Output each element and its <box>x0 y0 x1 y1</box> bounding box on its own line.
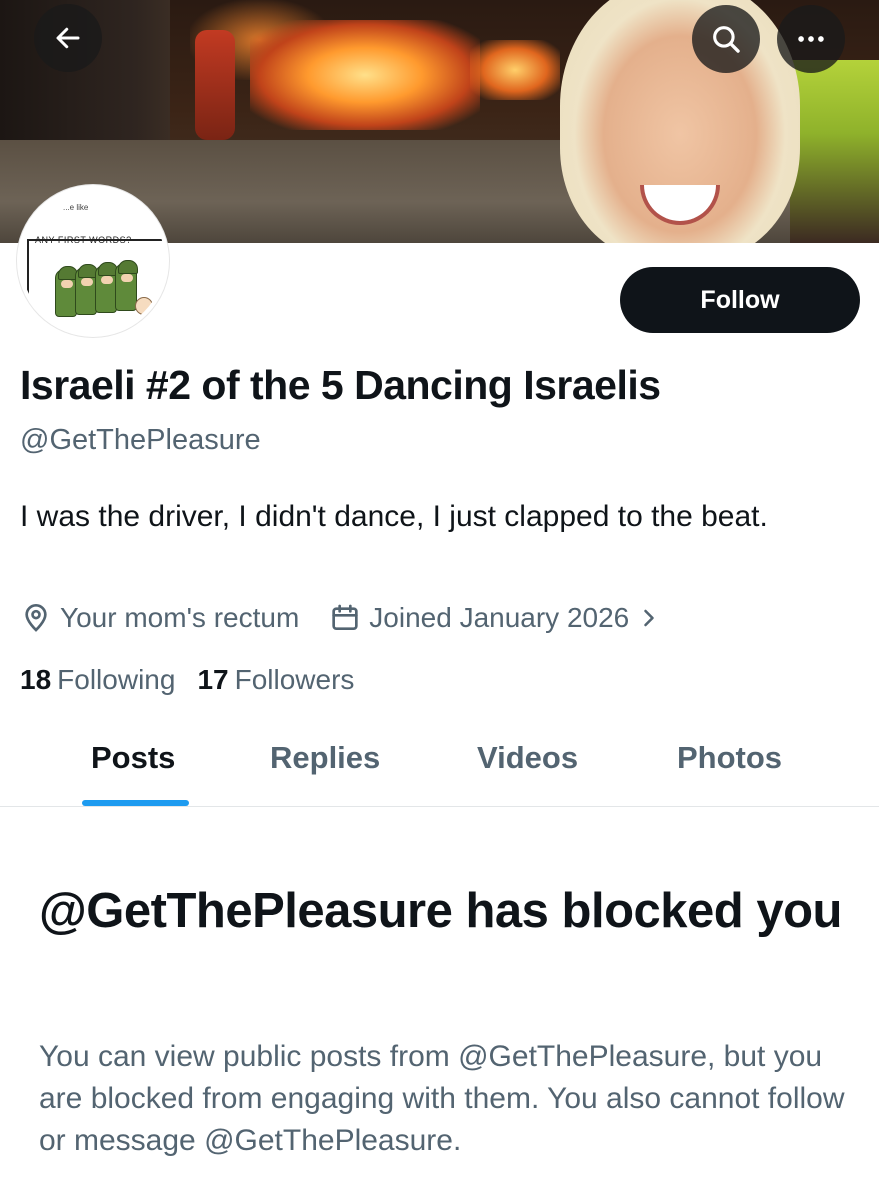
followers-count: 17 <box>197 664 229 695</box>
handle: @GetThePleasure <box>20 424 261 456</box>
calendar-icon <box>332 604 358 630</box>
followers-link[interactable]: 17 Followers <box>197 664 354 696</box>
following-link[interactable]: 18 Following <box>20 664 175 696</box>
banner-worker <box>195 30 235 140</box>
follow-button[interactable]: Follow <box>620 267 860 333</box>
joined-date[interactable]: Joined January 2026 <box>329 602 671 634</box>
follow-stats: 18 Following 17 Followers <box>20 660 354 700</box>
avatar-soldier <box>55 266 78 317</box>
following-count: 18 <box>20 664 52 695</box>
search-icon <box>713 26 740 53</box>
banner-fire <box>250 20 480 130</box>
profile-tabs: Posts Replies Videos Photos <box>0 718 879 807</box>
back-button[interactable] <box>34 4 102 72</box>
arrow-left-icon <box>56 27 80 49</box>
location-text: Your mom's rectum <box>60 602 300 633</box>
tab-photos[interactable]: Photos <box>677 740 782 776</box>
more-button[interactable] <box>777 5 845 73</box>
location-pin-icon <box>25 604 47 632</box>
joined-text: Joined January 2026 <box>369 602 630 633</box>
more-horizontal-icon <box>798 36 824 42</box>
search-button[interactable] <box>692 5 760 73</box>
avatar-soldier <box>95 262 118 313</box>
banner-vest <box>790 60 879 243</box>
avatar-caption: ANY FIRST WORDS? <box>35 235 132 245</box>
followers-label: Followers <box>234 664 355 695</box>
tab-videos[interactable]: Videos <box>477 740 578 776</box>
following-label: Following <box>57 664 176 695</box>
bio: I was the driver, I didn't dance, I just… <box>20 500 768 533</box>
avatar-soldier <box>75 264 98 315</box>
active-tab-indicator <box>82 800 189 806</box>
location: Your mom's rectum <box>20 602 299 634</box>
profile-meta: Your mom's rectum Joined January 2026 <box>20 598 671 638</box>
avatar-baby <box>135 297 153 315</box>
chevron-right-icon <box>644 609 655 627</box>
avatar[interactable]: ...e like ANY FIRST WORDS? <box>17 185 169 337</box>
blocked-description: You can view public posts from @GetThePl… <box>39 1040 845 1157</box>
banner-fire <box>470 40 560 100</box>
avatar-small-text: ...e like <box>63 203 89 212</box>
tab-replies[interactable]: Replies <box>270 740 380 776</box>
tab-posts[interactable]: Posts <box>91 740 175 776</box>
display-name: Israeli #2 of the 5 Dancing Israelis <box>20 362 661 408</box>
blocked-title: @GetThePleasure has blocked you <box>39 884 842 938</box>
avatar-soldier <box>115 260 138 311</box>
